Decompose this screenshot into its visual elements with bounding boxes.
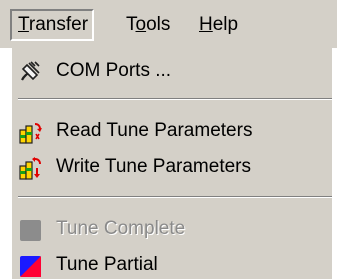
blue-red-square-icon <box>18 254 42 278</box>
write-tune-icon <box>18 156 42 180</box>
screen: Transfer Tools Help COM Ports ... Read T… <box>0 0 337 279</box>
menu-bar: Transfer Tools Help <box>0 0 337 48</box>
menu-tools-label-a: T <box>126 14 136 35</box>
menu-item-write-tune-parameters-label: Write Tune Parameters <box>56 156 252 177</box>
menu-item-com-ports[interactable]: COM Ports ... <box>14 54 332 88</box>
transfer-dropdown-menu: COM Ports ... Read Tune Parameters Write… <box>10 48 332 279</box>
menu-transfer[interactable]: Transfer <box>10 9 95 41</box>
background-strip <box>0 48 10 279</box>
plug-icon <box>18 60 42 84</box>
menu-tools-label-b: ols <box>146 14 171 35</box>
menu-item-write-tune-parameters[interactable]: Write Tune Parameters <box>14 150 332 184</box>
menu-help[interactable]: Help <box>199 9 238 41</box>
gray-square-icon <box>18 218 42 242</box>
read-tune-icon <box>18 120 42 144</box>
menu-item-tune-partial[interactable]: Tune Partial <box>14 248 332 279</box>
menu-separator <box>18 196 332 198</box>
menu-transfer-mnemonic: T <box>18 14 29 35</box>
menu-item-read-tune-parameters-label: Read Tune Parameters <box>56 120 253 141</box>
menu-item-com-ports-label: COM Ports ... <box>56 60 172 81</box>
menu-tools[interactable]: Tools <box>126 9 170 41</box>
menu-item-tune-partial-label: Tune Partial <box>56 254 158 275</box>
menu-item-tune-complete[interactable]: Tune Complete <box>14 212 332 246</box>
menu-item-tune-complete-label: Tune Complete <box>56 218 186 239</box>
menu-transfer-label-rest: ransfer <box>28 14 89 35</box>
menu-tools-mnemonic: o <box>135 14 147 35</box>
menu-help-label-rest: elp <box>212 14 239 35</box>
menu-help-mnemonic: H <box>199 14 213 35</box>
menu-item-read-tune-parameters[interactable]: Read Tune Parameters <box>14 114 332 148</box>
menu-separator <box>18 98 332 100</box>
